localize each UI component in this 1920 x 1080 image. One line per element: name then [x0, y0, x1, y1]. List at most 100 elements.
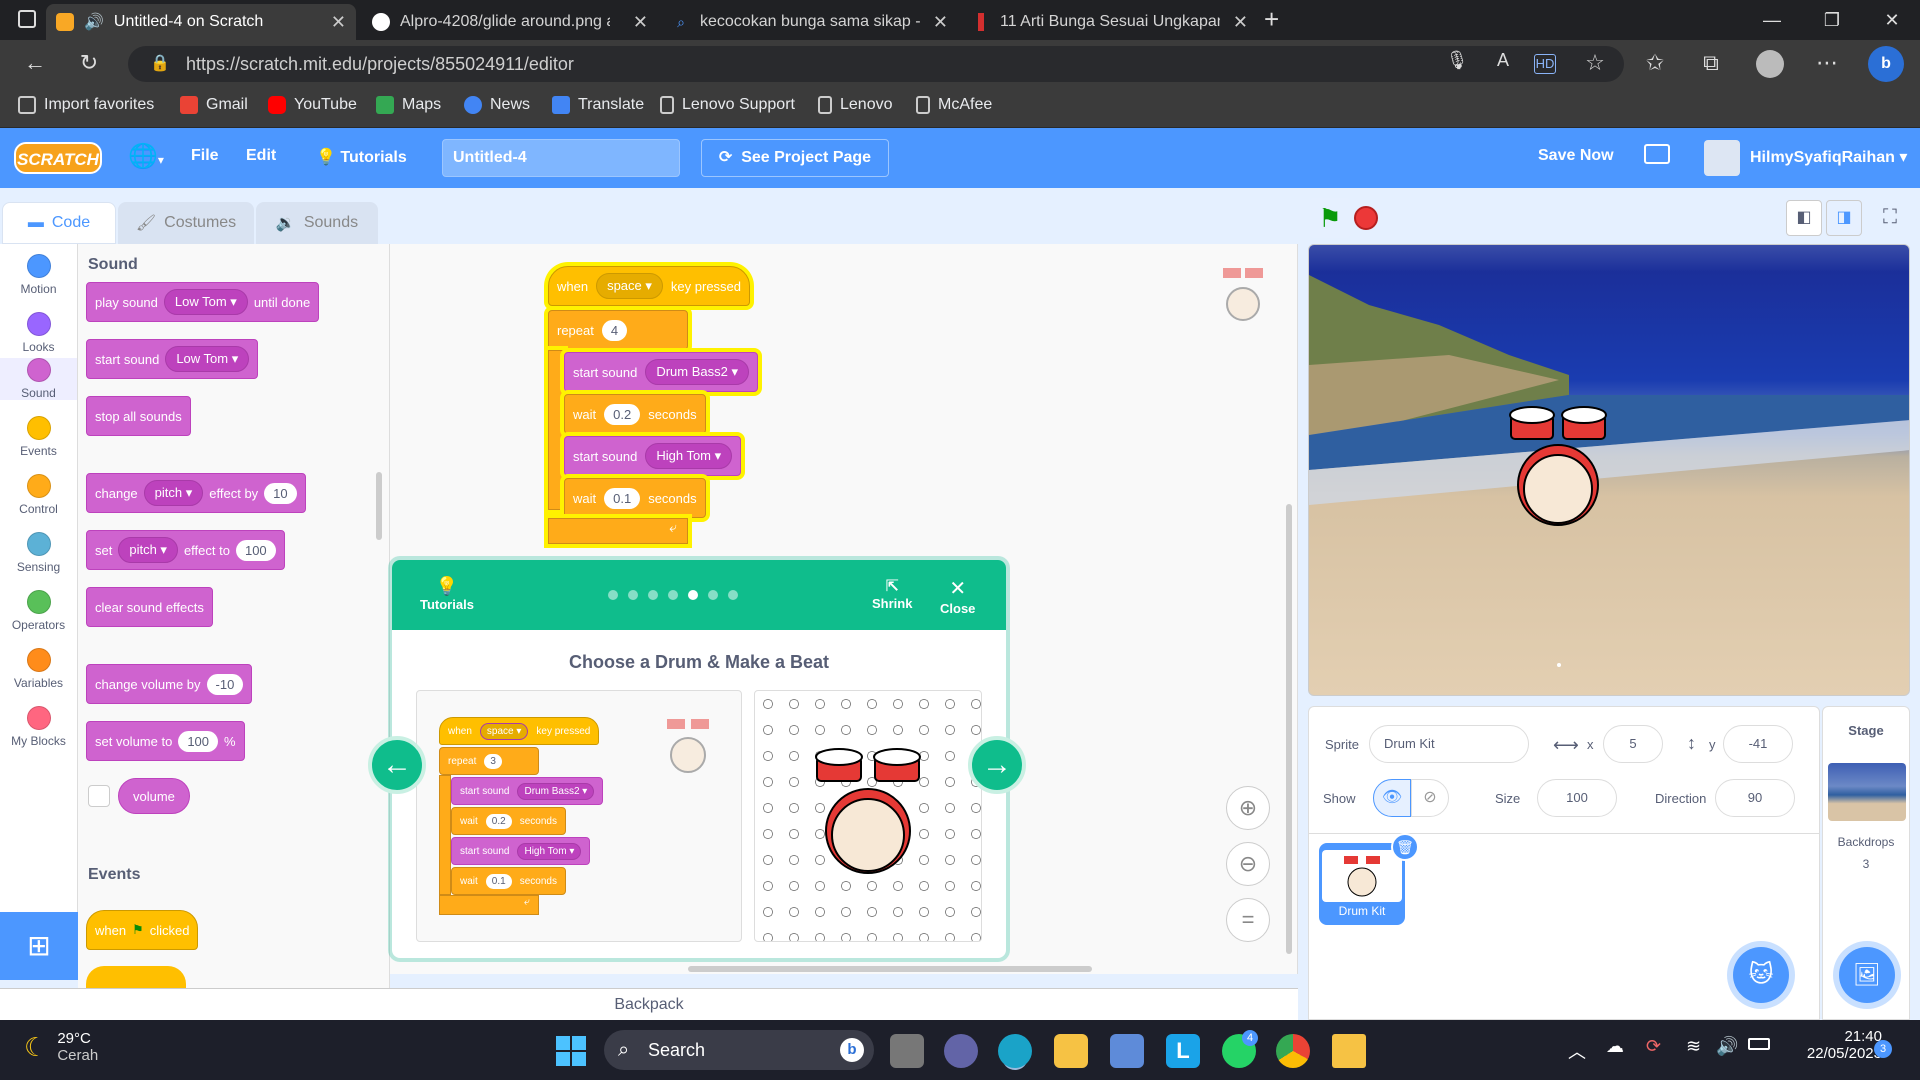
volume-change-input[interactable]: -10 — [206, 673, 244, 695]
block-wait-2[interactable]: wait 0.1 seconds — [564, 478, 706, 518]
fav-maps[interactable]: Maps — [376, 96, 441, 114]
new-tab-icon[interactable]: + — [1264, 4, 1279, 35]
tab-sounds[interactable]: 🔉 Sounds — [256, 202, 378, 244]
direction-input[interactable]: 90 — [1715, 779, 1795, 817]
hd-icon[interactable]: HD — [1534, 54, 1556, 74]
block-start-sound-drum-bass2[interactable]: start sound Drum Bass2 ▾ — [564, 352, 758, 392]
block-stop-all-sounds[interactable]: stop all sounds — [86, 396, 191, 436]
battery-icon[interactable] — [1748, 1038, 1770, 1050]
browser-tab-search[interactable]: ⌕ kecocokan bunga sama sikap - S ✕ — [662, 4, 958, 40]
fav-youtube[interactable]: YouTube — [268, 96, 357, 114]
store-icon[interactable] — [1110, 1034, 1144, 1068]
block-when-flag-clicked[interactable]: when ⚑ clicked — [86, 910, 199, 950]
effect-value-input[interactable]: 100 — [235, 539, 276, 561]
more-options-icon[interactable]: ⋯ — [1812, 50, 1842, 76]
category-sound[interactable]: Sound — [0, 358, 77, 400]
sound-dropdown[interactable]: Low Tom ▾ — [165, 346, 250, 372]
stage-selector-pane[interactable]: Stage Backdrops 3 🖼 — [1822, 706, 1910, 1020]
stage-canvas[interactable] — [1308, 244, 1910, 696]
tutorial-prev-button[interactable]: ← — [368, 736, 426, 794]
volume-monitor-checkbox[interactable] — [88, 785, 110, 807]
block-change-volume[interactable]: change volume by -10 — [86, 664, 253, 704]
user-avatar[interactable] — [1704, 140, 1740, 176]
sprite-name-input[interactable]: Drum Kit — [1369, 725, 1529, 763]
read-aloud-icon[interactable]: A — [1488, 50, 1518, 71]
block-when-key-pressed[interactable]: when space ▾ key pressed — [548, 266, 750, 306]
step-dot[interactable] — [708, 590, 718, 600]
mic-blocked-icon[interactable]: 🎙 — [1442, 50, 1472, 71]
bing-icon[interactable]: b — [1868, 46, 1904, 82]
block-start-sound[interactable]: start sound Low Tom ▾ — [86, 339, 259, 379]
small-stage-icon[interactable]: ◧ — [1786, 200, 1822, 236]
category-sensing[interactable]: Sensing — [0, 532, 77, 574]
show-hidden-button[interactable]: ⊘ — [1411, 779, 1449, 817]
chrome-icon[interactable] — [1276, 1034, 1310, 1068]
large-stage-icon[interactable]: ◨ — [1826, 200, 1862, 236]
scratch-logo[interactable]: SCRATCH — [14, 142, 102, 174]
block-volume-reporter[interactable]: volume — [118, 778, 190, 814]
browser-tab-bunga[interactable]: 11 Arti Bunga Sesuai Ungkapan ✕ — [962, 4, 1258, 40]
category-looks[interactable]: Looks — [0, 312, 77, 354]
show-visible-button[interactable]: 👁 — [1373, 779, 1411, 817]
zoom-in-icon[interactable]: ⊕ — [1226, 786, 1270, 830]
refresh-icon[interactable]: ↻ — [74, 50, 104, 76]
fav-mcafee[interactable]: McAfee — [916, 96, 992, 114]
file-app-icon[interactable] — [1332, 1034, 1366, 1068]
favorites-icon[interactable]: ✩ — [1640, 50, 1670, 76]
project-title-input[interactable]: Untitled-4 — [442, 139, 680, 177]
drum-kit-sprite[interactable] — [1505, 403, 1615, 533]
edit-menu[interactable]: Edit — [246, 147, 276, 165]
workspace-horizontal-scrollbar[interactable] — [688, 966, 1092, 972]
palette-scrollbar[interactable] — [376, 472, 382, 540]
script-stack[interactable]: when space ▾ key pressed repeat 4 start sou… — [548, 266, 758, 556]
step-dot[interactable] — [728, 590, 738, 600]
fav-gmail[interactable]: Gmail — [180, 96, 248, 114]
my-stuff-folder-icon[interactable] — [1644, 144, 1670, 164]
profile-avatar[interactable] — [1756, 50, 1784, 78]
add-favorite-icon[interactable]: ☆ — [1580, 50, 1610, 76]
minimize-icon[interactable]: — — [1752, 6, 1792, 34]
see-project-page-button[interactable]: ⟳ See Project Page — [701, 139, 889, 177]
fav-lenovo[interactable]: Lenovo — [818, 96, 893, 114]
wifi-icon[interactable]: ≋ — [1686, 1036, 1701, 1057]
step-dot[interactable] — [668, 590, 678, 600]
close-tab-icon[interactable]: ✕ — [331, 12, 346, 33]
block-play-sound-until-done[interactable]: play sound Low Tom ▾ until done — [86, 282, 320, 322]
key-dropdown[interactable]: space ▾ — [596, 273, 663, 299]
add-sprite-button[interactable]: 🐱 — [1733, 947, 1789, 1003]
stop-button[interactable] — [1354, 206, 1378, 230]
block-change-effect[interactable]: change pitch ▾ effect by 10 — [86, 473, 306, 513]
tutorials-menu[interactable]: 💡 Tutorials — [316, 147, 407, 167]
category-control[interactable]: Control — [0, 474, 77, 516]
weather-widget[interactable]: ☾ 29°C Cerah — [24, 1030, 98, 1064]
lenovo-l-icon[interactable]: L — [1166, 1034, 1200, 1068]
workspace-vertical-scrollbar[interactable] — [1286, 504, 1292, 954]
repeat-count-input[interactable]: 4 — [601, 319, 628, 341]
url-field[interactable]: 🔒 https://scratch.mit.edu/projects/85502… — [128, 46, 1624, 82]
collections-icon[interactable]: ⧉ — [1696, 50, 1726, 76]
add-backdrop-button[interactable]: 🖼 — [1839, 947, 1895, 1003]
browser-tab-github[interactable]: Alpro-4208/glide around.png at ✕ — [362, 4, 658, 40]
close-tab-icon[interactable]: ✕ — [933, 12, 948, 33]
notification-badge[interactable]: 3 — [1874, 1040, 1892, 1058]
category-variables[interactable]: Variables — [0, 648, 77, 690]
size-input[interactable]: 100 — [1537, 779, 1617, 817]
browser-tab-scratch[interactable]: 🔊 Untitled-4 on Scratch ✕ — [46, 4, 356, 40]
step-dot[interactable] — [628, 590, 638, 600]
block-set-effect[interactable]: set pitch ▾ effect to 100 — [86, 530, 285, 570]
block-repeat[interactable]: repeat 4 — [548, 310, 688, 350]
fav-lenovo-support[interactable]: Lenovo Support — [660, 96, 795, 114]
green-flag-button[interactable]: ⚑ — [1310, 198, 1350, 238]
block-start-sound-high-tom[interactable]: start sound High Tom ▾ — [564, 436, 742, 476]
file-menu[interactable]: File — [191, 147, 219, 165]
fav-import[interactable]: Import favorites — [18, 96, 154, 114]
x-input[interactable]: 5 — [1603, 725, 1663, 763]
sprite-thumbnail-drum-kit[interactable]: Drum Kit — [1319, 843, 1405, 925]
sync-icon[interactable]: ⟳ — [1646, 1036, 1661, 1057]
block-set-volume[interactable]: set volume to 100% — [86, 721, 245, 761]
y-input[interactable]: -41 — [1723, 725, 1793, 763]
category-operators[interactable]: Operators — [0, 590, 77, 632]
shrink-button[interactable]: ⇱ Shrink — [872, 576, 912, 611]
category-motion[interactable]: Motion — [0, 254, 77, 296]
task-view-icon[interactable] — [890, 1034, 924, 1068]
